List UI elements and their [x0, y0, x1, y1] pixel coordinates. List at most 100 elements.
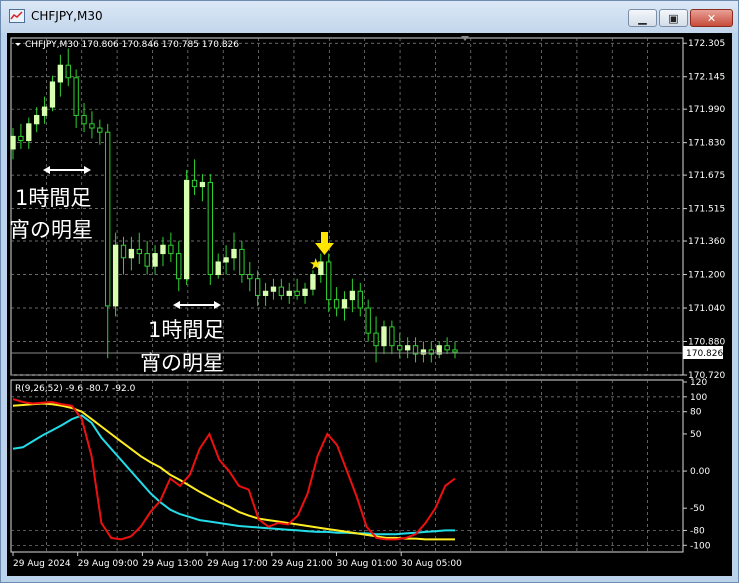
candle-body	[381, 326, 387, 347]
indicator-header: R(9,26,52) -9.6 -80.7 -92.0	[15, 384, 136, 394]
time-label: 29 Aug 09:00	[78, 559, 139, 569]
candle-body	[302, 288, 308, 296]
dropdown-triangle-icon[interactable]	[15, 43, 21, 46]
chart-client-area[interactable]: 172.305 172.145 171.990 171.830 171.675 171.5…	[7, 33, 732, 576]
price-tick-label: 171.675	[688, 171, 725, 181]
candle-body	[278, 286, 285, 296]
restore-button[interactable]: ▣	[659, 9, 688, 27]
candle-body	[247, 274, 253, 280]
current-price-label: 170.826	[686, 349, 723, 359]
annotation-1-line1: 1時間足	[15, 186, 91, 210]
indicator-lines	[12, 398, 456, 541]
price-tick-label: 171.830	[688, 139, 725, 149]
candle-body	[128, 248, 135, 259]
candle-body	[136, 248, 142, 255]
candle-body	[270, 286, 277, 292]
candle-body	[397, 345, 403, 351]
indicator-series-9	[12, 398, 456, 541]
candle-body	[231, 248, 237, 259]
candle-body	[215, 261, 221, 276]
candle-body	[112, 244, 119, 307]
down-arrow-icon	[315, 232, 334, 255]
chart-window-icon	[9, 9, 25, 23]
candle-body	[286, 290, 292, 296]
indicator-tick-label: 100	[690, 393, 707, 403]
candle-body	[10, 135, 16, 150]
candle-body	[255, 278, 261, 296]
candle-body	[373, 332, 379, 347]
candle-body	[26, 123, 32, 142]
price-tick-label: 171.360	[688, 237, 725, 247]
price-tick-label: 171.040	[688, 304, 725, 314]
candle-body	[365, 307, 371, 334]
candle-body	[168, 244, 174, 255]
candle-body	[152, 253, 158, 267]
annotation-2-line2: 宵の明星	[140, 351, 224, 375]
candle-body	[326, 261, 332, 301]
indicator-tick-label: 0.00	[690, 467, 710, 477]
candle-body	[310, 274, 316, 290]
candle-body	[73, 77, 79, 116]
grid	[11, 38, 683, 552]
time-label: 29 Aug 17:00	[207, 559, 268, 569]
window-title: CHFJPY,M30	[31, 9, 103, 23]
chart-header: CHFJPY,M30 170.806 170.846 170.785 170.8…	[25, 40, 239, 50]
candle-body	[341, 299, 348, 309]
candle-body	[49, 81, 56, 108]
time-label: 30 Aug 01:00	[337, 559, 398, 569]
time-label: 29 Aug 2024	[13, 559, 71, 569]
candle-body	[199, 181, 206, 188]
time-label: 30 Aug 05:00	[401, 559, 462, 569]
candle-body	[452, 349, 458, 353]
annotation-2: 1時間足 宵の明星	[140, 301, 224, 375]
candle-body	[65, 64, 71, 79]
annotation-1-right-arrowhead	[84, 166, 91, 174]
price-tick-label: 171.200	[688, 271, 725, 281]
indicator-tick-label: 80	[690, 408, 702, 418]
minimize-icon: ▁	[638, 11, 647, 25]
candle-body	[239, 248, 245, 276]
candle-body	[160, 244, 166, 255]
price-tick-label: 171.515	[688, 205, 725, 215]
candle-body	[207, 181, 213, 276]
axes-layer: 172.305 172.145 171.990 171.830 171.675 171.5…	[12, 39, 725, 569]
candle-body	[191, 179, 198, 188]
price-tick-label: 171.990	[688, 105, 725, 115]
indicator-tick-label: 120	[690, 378, 707, 388]
candle-body	[120, 244, 127, 259]
price-tick-label: 172.145	[688, 73, 725, 83]
candle-body	[41, 106, 48, 116]
restore-icon: ▣	[668, 11, 679, 25]
price-chart[interactable]: 172.305 172.145 171.990 171.830 171.675 171.5…	[7, 33, 732, 576]
candle-body	[81, 114, 87, 125]
candle-body	[444, 345, 450, 351]
main-plot-frame	[10, 37, 684, 376]
indicator-series-52	[12, 414, 455, 536]
indicator-tick-label: 50	[690, 430, 702, 440]
close-icon: ✕	[706, 11, 717, 25]
candle-body	[333, 299, 340, 309]
candle-body	[294, 290, 300, 296]
price-tick-label: 172.305	[688, 39, 725, 49]
candle-body	[262, 290, 269, 296]
candle-body	[176, 253, 182, 280]
candle-body	[357, 290, 363, 309]
close-button[interactable]: ✕	[690, 9, 733, 27]
time-label: 29 Aug 13:00	[142, 559, 203, 569]
candle-body	[144, 253, 150, 267]
title-bar[interactable]: CHFJPY,M30 ▁ ▣ ✕	[1, 1, 738, 33]
time-label: 29 Aug 21:00	[272, 559, 333, 569]
indicator-tick-label: -50	[690, 504, 705, 514]
annotation-1: 1時間足 宵の明星	[9, 166, 93, 242]
candle-body	[57, 64, 64, 83]
candle-body	[389, 326, 395, 347]
indicator-series-26	[12, 402, 455, 541]
indicator-tick-label: -80	[690, 526, 705, 536]
annotation-2-line1: 1時間足	[148, 318, 224, 342]
candle-body	[97, 127, 103, 133]
down-arrow-head	[315, 243, 334, 255]
candle-body	[89, 123, 95, 129]
minimize-button[interactable]: ▁	[628, 9, 657, 27]
star-icon: ★	[309, 255, 322, 273]
candle-body	[349, 290, 356, 301]
